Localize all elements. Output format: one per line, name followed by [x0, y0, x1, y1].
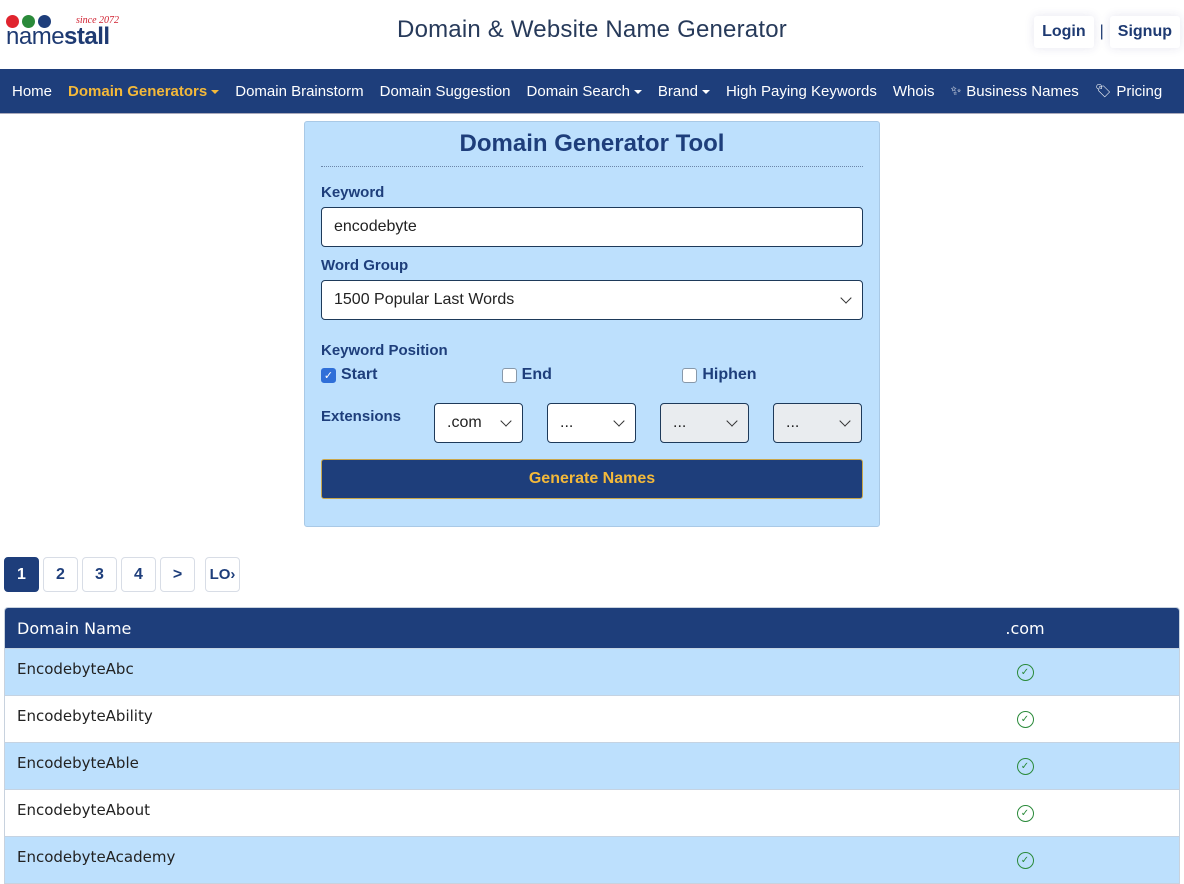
word-group-select[interactable]: 1500 Popular Last Words	[321, 280, 863, 320]
position-hiphen-option[interactable]: Hiphen	[682, 366, 863, 384]
word-group-label: Word Group	[321, 257, 409, 274]
chevron-down-icon	[613, 415, 625, 427]
domain-name: EncodebyteAcademy	[17, 847, 176, 866]
table-row[interactable]: EncodebyteAbc ✓	[5, 648, 1179, 695]
nav-pricing[interactable]: 🏷︎ Pricing	[1087, 83, 1170, 100]
nav-domain-suggestion[interactable]: Domain Suggestion	[372, 83, 519, 100]
start-label: Start	[341, 366, 378, 383]
page-4[interactable]: 4	[121, 557, 156, 592]
caret-down-icon	[211, 90, 220, 94]
extensions-label: Extensions	[321, 408, 402, 425]
nav-brand[interactable]: Brand	[650, 83, 718, 100]
hiphen-label: Hiphen	[702, 366, 757, 383]
nav-business-names[interactable]: ✨︎ Business Names	[943, 83, 1087, 100]
caret-down-icon	[633, 90, 642, 94]
column-domain-name: Domain Name	[17, 618, 132, 638]
tag-icon: 🏷︎	[1094, 83, 1112, 98]
extension-select-3[interactable]: ...	[660, 403, 749, 443]
nav-label: High Paying Keywords	[725, 82, 877, 100]
table-row[interactable]: EncodebyteAble ✓	[5, 742, 1179, 789]
nav-label: Business Names	[966, 82, 1079, 100]
extension-value: ...	[560, 414, 574, 431]
nav-whois[interactable]: Whois	[885, 83, 943, 100]
table-body: EncodebyteAbc ✓ EncodebyteAbility ✓ Enco…	[5, 648, 1179, 883]
extension-select-4[interactable]: ...	[773, 403, 862, 443]
tool-title: Domain Generator Tool	[321, 130, 863, 167]
keyword-label: Keyword	[321, 184, 385, 201]
table-row[interactable]: EncodebyteAbility ✓	[5, 695, 1179, 742]
signup-button[interactable]: Signup	[1109, 16, 1180, 48]
generate-names-button[interactable]: Generate Names	[321, 459, 863, 499]
nav-domain-generators[interactable]: Domain Generators	[60, 83, 227, 100]
caret-down-icon	[701, 90, 710, 94]
domain-name: EncodebyteAbc	[17, 659, 134, 678]
domain-name: EncodebyteAble	[17, 753, 139, 772]
hiphen-checkbox[interactable]	[682, 367, 698, 383]
last-page-button[interactable]: LO›	[205, 557, 240, 592]
extensions-row: Extensions .com ... ... ...	[321, 403, 863, 443]
site-title: Domain & Website Name Generator	[397, 16, 787, 43]
nav-home[interactable]: Home	[4, 83, 60, 100]
nav-label: Home	[12, 82, 53, 100]
keyword-input[interactable]	[334, 218, 850, 236]
extension-select-2[interactable]: ...	[547, 403, 636, 443]
page-3[interactable]: 3	[82, 557, 117, 592]
next-page-button[interactable]: >	[160, 557, 195, 592]
start-checkbox[interactable]: ✓	[321, 367, 336, 383]
chevron-down-icon	[840, 292, 852, 304]
extension-value: ...	[673, 414, 687, 431]
login-button[interactable]: Login	[1034, 16, 1094, 48]
page-1[interactable]: 1	[4, 557, 39, 592]
chevron-down-icon	[726, 415, 738, 427]
extension-value: .com	[447, 414, 482, 431]
check-circle-icon: ✓	[1016, 757, 1034, 775]
table-row[interactable]: EncodebyteAbout ✓	[5, 789, 1179, 836]
chevron-down-icon	[839, 415, 851, 427]
keyword-position-label: Keyword Position	[321, 342, 448, 359]
end-checkbox[interactable]	[501, 367, 517, 383]
check-circle-icon: ✓	[1016, 804, 1034, 822]
page-2[interactable]: 2	[43, 557, 78, 592]
results-table: Domain Name .com EncodebyteAbc ✓ Encodeb…	[4, 607, 1180, 884]
auth-separator: |	[1099, 23, 1104, 40]
nav-label: Domain Generators	[68, 82, 208, 100]
extension-select-1[interactable]: .com	[434, 403, 523, 443]
domain-generator-card: Domain Generator Tool Keyword Word Group…	[304, 121, 880, 527]
table-row[interactable]: EncodebyteAcademy ✓	[5, 836, 1179, 883]
position-end-option[interactable]: End	[501, 366, 683, 384]
check-circle-icon: ✓	[1016, 710, 1034, 728]
nav-label: Whois	[892, 82, 935, 100]
sparkles-icon: ✨︎	[950, 83, 962, 98]
chevron-down-icon	[500, 415, 512, 427]
nav-label: Pricing	[1116, 82, 1163, 100]
nav-domain-search[interactable]: Domain Search	[519, 83, 650, 100]
table-header: Domain Name .com	[5, 608, 1179, 648]
keyword-position-group: ✓ Start End Hiphen	[321, 364, 863, 386]
nav-domain-brainstorm[interactable]: Domain Brainstorm	[227, 83, 371, 100]
nav-label: Domain Suggestion	[379, 82, 511, 100]
position-start-option[interactable]: ✓ Start	[321, 366, 502, 384]
nav-label: Domain Search	[526, 82, 630, 100]
nav-label: Domain Brainstorm	[235, 82, 364, 100]
end-label: End	[521, 366, 552, 383]
nav-label: Brand	[657, 82, 698, 100]
column-com: .com	[1005, 618, 1045, 638]
nav-high-paying-keywords[interactable]: High Paying Keywords	[718, 83, 885, 100]
domain-name: EncodebyteAbility	[17, 706, 153, 725]
site-header: since 2072 namestall Domain & Website Na…	[0, 0, 1184, 69]
extension-value: ...	[786, 414, 800, 431]
check-circle-icon: ✓	[1016, 851, 1034, 869]
pagination: 1 2 3 4 > LO›	[4, 557, 240, 592]
word-group-value: 1500 Popular Last Words	[334, 291, 515, 308]
main-nav: Home Domain Generators Domain Brainstorm…	[0, 69, 1184, 114]
auth-links: Login | Signup	[1034, 16, 1180, 48]
domain-name: EncodebyteAbout	[17, 800, 151, 819]
check-circle-icon: ✓	[1016, 663, 1034, 681]
keyword-field-wrapper	[321, 207, 863, 247]
